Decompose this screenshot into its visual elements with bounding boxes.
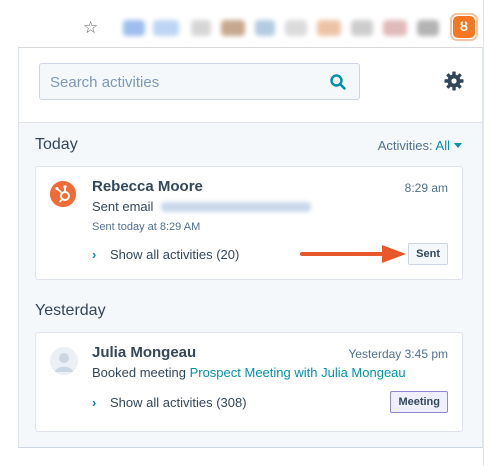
star-icon[interactable]: ☆ xyxy=(83,18,98,38)
activities-filter[interactable]: Activities: All xyxy=(378,138,462,153)
filter-value[interactable]: All xyxy=(436,138,450,153)
activity-card: Julia Mongeau Yesterday 3:45 pm Booked m… xyxy=(35,332,463,432)
activity-card: Rebecca Moore 8:29 am Sent email Sent to… xyxy=(35,166,463,280)
contact-name[interactable]: Julia Mongeau xyxy=(92,344,196,361)
search-icon[interactable] xyxy=(329,73,347,91)
activity-time: Yesterday 3:45 pm xyxy=(348,347,448,361)
show-all-activities-link[interactable]: › Show all activities (308) xyxy=(92,395,247,410)
user-avatar-icon xyxy=(50,347,78,375)
browser-extension-icons xyxy=(113,18,453,38)
annotation-arrow xyxy=(300,245,406,263)
section-title: Yesterday xyxy=(35,302,106,319)
meeting-link[interactable]: Prospect Meeting with Julia Mongeau xyxy=(190,365,406,380)
browser-toolbar: ☆ ȣ xyxy=(18,8,483,48)
search-box[interactable] xyxy=(39,63,360,100)
chevron-right-icon: › xyxy=(92,247,97,262)
redacted-email xyxy=(161,202,312,212)
show-all-label[interactable]: Show all activities (20) xyxy=(110,247,239,262)
filter-label: Activities: xyxy=(377,138,433,153)
search-header xyxy=(19,48,482,123)
section-title: Today xyxy=(35,136,78,153)
activity-detail: Sent today at 8:29 AM xyxy=(92,221,201,233)
contact-name[interactable]: Rebecca Moore xyxy=(92,178,203,195)
activity-action: Booked meeting xyxy=(92,365,186,380)
activity-description: Booked meeting Prospect Meeting with Jul… xyxy=(92,365,406,380)
caret-down-icon[interactable] xyxy=(454,143,462,148)
gear-icon[interactable] xyxy=(443,70,465,92)
section-header-yesterday: Yesterday xyxy=(19,300,482,324)
hubspot-sprocket-icon xyxy=(50,181,76,207)
section-header-today: Today Activities: All xyxy=(19,134,482,158)
search-input[interactable] xyxy=(50,72,320,92)
activity-time: 8:29 am xyxy=(404,181,448,195)
page-background xyxy=(483,0,500,466)
status-badge-sent: Sent xyxy=(408,243,448,265)
activity-popup: Today Activities: All Rebecca Moore 8:29… xyxy=(18,48,483,448)
activity-action: Sent email xyxy=(92,199,154,214)
show-all-label[interactable]: Show all activities (308) xyxy=(110,395,247,410)
status-badge-meeting: Meeting xyxy=(390,391,448,413)
activity-description: Sent email xyxy=(92,199,312,214)
chevron-right-icon: › xyxy=(92,395,97,410)
screenshot: ☆ ȣ Search activities Today Activities: … xyxy=(0,0,500,466)
hubspot-extension-icon[interactable]: ȣ xyxy=(450,13,478,41)
show-all-activities-link[interactable]: › Show all activities (20) xyxy=(92,247,239,262)
